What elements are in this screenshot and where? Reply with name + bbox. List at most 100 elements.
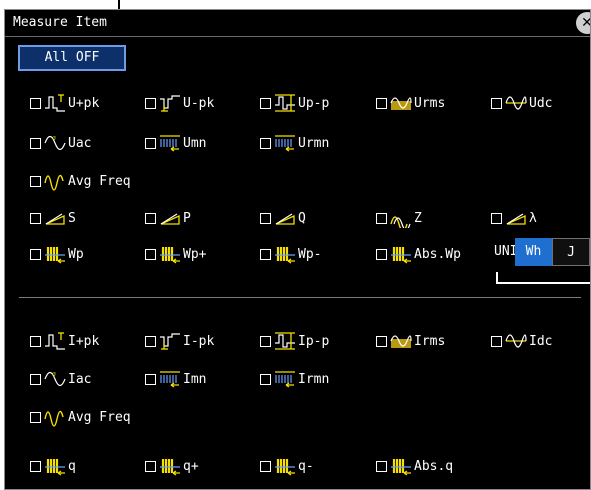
- unit-j-button[interactable]: J: [552, 238, 590, 266]
- peak-waveform-icon: [159, 331, 181, 351]
- item-label: Abs.q: [414, 458, 454, 474]
- peak-waveform-icon: [44, 93, 66, 113]
- item-q[interactable]: Q: [260, 208, 306, 228]
- close-icon[interactable]: ✕: [576, 12, 590, 34]
- rms-waveform-icon: [390, 331, 412, 351]
- integration-icon: [44, 244, 66, 264]
- item-q-charge[interactable]: q: [30, 456, 76, 476]
- integration-icon: [159, 244, 181, 264]
- item-imn[interactable]: Imn: [145, 369, 206, 389]
- item-label: λ: [529, 210, 537, 226]
- checkbox[interactable]: [145, 373, 156, 385]
- item-irms[interactable]: Irms: [376, 331, 445, 351]
- item-label: Abs.Wp: [414, 246, 461, 262]
- item-label: U+pk: [68, 95, 100, 111]
- checkbox[interactable]: [260, 97, 271, 109]
- item-p[interactable]: P: [145, 208, 191, 228]
- checkbox[interactable]: [260, 137, 271, 149]
- item-wp-plus[interactable]: Wp+: [145, 244, 206, 264]
- dialog-titlebar: Measure Item ✕: [5, 10, 590, 37]
- item-abs-q[interactable]: Abs.q: [376, 456, 453, 476]
- checkbox[interactable]: [491, 212, 502, 224]
- item-label: U-pk: [183, 95, 215, 111]
- peak-waveform-icon: [274, 93, 296, 113]
- item-umn[interactable]: Umn: [145, 133, 206, 153]
- checkbox[interactable]: [145, 335, 156, 347]
- item-i-pos-peak[interactable]: I+pk: [30, 331, 99, 351]
- item-label: Wp+: [183, 246, 207, 262]
- dc-waveform-icon: [505, 93, 527, 113]
- item-udc[interactable]: Udc: [491, 93, 552, 113]
- item-label: Irmn: [298, 371, 330, 387]
- checkbox[interactable]: [145, 460, 156, 472]
- integration-icon: [274, 244, 296, 264]
- item-label: Urms: [414, 95, 446, 111]
- item-label: Iac: [68, 371, 92, 387]
- item-irmn[interactable]: Irmn: [260, 369, 329, 389]
- item-q-plus[interactable]: q+: [145, 456, 199, 476]
- item-abs-wp[interactable]: Abs.Wp: [376, 244, 461, 264]
- item-urmn[interactable]: Urmn: [260, 133, 329, 153]
- integration-icon: [274, 456, 296, 476]
- callout-line: [496, 282, 590, 284]
- checkbox[interactable]: [30, 248, 41, 260]
- all-off-button[interactable]: All OFF: [18, 45, 126, 71]
- item-label: Idc: [529, 333, 553, 349]
- item-u-pp[interactable]: Up-p: [260, 93, 329, 113]
- item-q-minus[interactable]: q-: [260, 456, 314, 476]
- item-i-pp[interactable]: Ip-p: [260, 331, 329, 351]
- item-label: Ip-p: [298, 333, 330, 349]
- item-wp-minus[interactable]: Wp-: [260, 244, 321, 264]
- peak-waveform-icon: [159, 93, 181, 113]
- checkbox[interactable]: [30, 335, 41, 347]
- unit-wh-button[interactable]: Wh: [515, 238, 552, 266]
- checkbox[interactable]: [30, 175, 41, 187]
- frequency-waveform-icon: [44, 407, 66, 427]
- item-urms[interactable]: Urms: [376, 93, 445, 113]
- checkbox[interactable]: [30, 212, 41, 224]
- checkbox[interactable]: [30, 460, 41, 472]
- checkbox[interactable]: [145, 248, 156, 260]
- item-u-avg-freq[interactable]: Avg Freq: [30, 171, 131, 191]
- item-idc[interactable]: Idc: [491, 331, 552, 351]
- item-wp[interactable]: Wp: [30, 244, 84, 264]
- item-i-avg-freq[interactable]: Avg Freq: [30, 407, 131, 427]
- checkbox[interactable]: [260, 373, 271, 385]
- item-label: Umn: [183, 135, 207, 151]
- checkbox[interactable]: [376, 248, 387, 260]
- checkbox[interactable]: [145, 137, 156, 149]
- checkbox[interactable]: [376, 460, 387, 472]
- item-label: Irms: [414, 333, 446, 349]
- item-label: I-pk: [183, 333, 215, 349]
- item-s[interactable]: S: [30, 208, 76, 228]
- item-i-neg-peak[interactable]: I-pk: [145, 331, 214, 351]
- item-label: I+pk: [68, 333, 100, 349]
- checkbox[interactable]: [260, 248, 271, 260]
- checkbox[interactable]: [491, 97, 502, 109]
- item-u-neg-peak[interactable]: U-pk: [145, 93, 214, 113]
- checkbox[interactable]: [260, 335, 271, 347]
- item-label: Uac: [68, 135, 92, 151]
- checkbox[interactable]: [30, 373, 41, 385]
- checkbox[interactable]: [376, 97, 387, 109]
- item-u-pos-peak[interactable]: U+pk: [30, 93, 99, 113]
- checkbox[interactable]: [145, 97, 156, 109]
- checkbox[interactable]: [145, 212, 156, 224]
- item-lambda[interactable]: λ: [491, 208, 537, 228]
- checkbox[interactable]: [376, 212, 387, 224]
- item-uac[interactable]: Uac: [30, 133, 91, 153]
- item-iac[interactable]: Iac: [30, 369, 91, 389]
- checkbox[interactable]: [30, 97, 41, 109]
- checkbox[interactable]: [376, 335, 387, 347]
- item-label: Wp-: [298, 246, 322, 262]
- item-z[interactable]: Z: [376, 208, 422, 228]
- checkbox[interactable]: [260, 460, 271, 472]
- checkbox[interactable]: [30, 411, 41, 423]
- ac-waveform-icon: [44, 133, 66, 153]
- checkbox[interactable]: [30, 137, 41, 149]
- checkbox[interactable]: [491, 335, 502, 347]
- item-label: Q: [298, 210, 306, 226]
- checkbox[interactable]: [260, 212, 271, 224]
- item-label: S: [68, 210, 76, 226]
- integration-icon: [390, 244, 412, 264]
